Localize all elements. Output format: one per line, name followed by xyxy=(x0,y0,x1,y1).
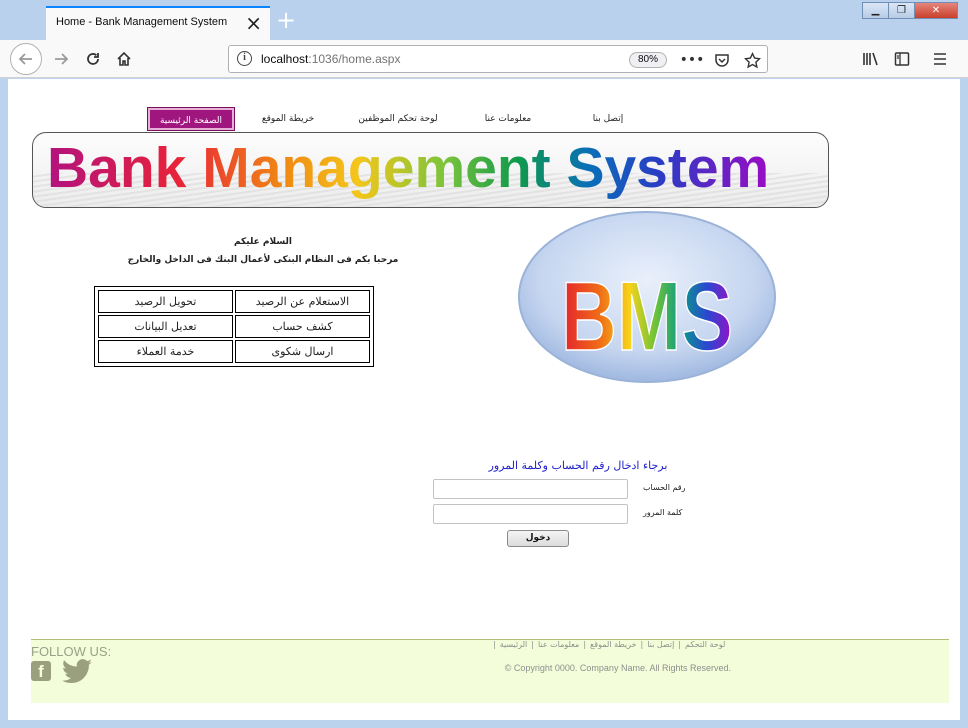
table-row: كشف حساب تعديل البيانات xyxy=(98,315,370,338)
nav-about[interactable]: معلومات عنا xyxy=(468,108,548,130)
page-actions-icon[interactable]: ••• xyxy=(680,49,705,71)
service-edit-data[interactable]: تعديل البيانات xyxy=(98,315,233,338)
browser-toolbar: i localhost:1036/home.aspx 80% ••• xyxy=(0,40,968,78)
banner-title: Bank Management System xyxy=(47,136,770,200)
services-table: الاستعلام عن الرصيد تحويل الرصيد كشف حسا… xyxy=(94,286,374,367)
address-bar[interactable]: i localhost:1036/home.aspx 80% ••• xyxy=(228,45,768,73)
window-controls: ▁ ❐ ✕ xyxy=(862,2,958,19)
account-row: رقم الحساب xyxy=(433,479,733,499)
home-icon[interactable] xyxy=(111,47,137,71)
footer-link-dashboard[interactable]: لوحة التحكم xyxy=(685,640,725,649)
table-row: الاستعلام عن الرصيد تحويل الرصيد xyxy=(98,290,370,313)
url-text: localhost:1036/home.aspx xyxy=(261,52,401,66)
library-icon[interactable] xyxy=(858,47,884,71)
browser-tab[interactable]: Home - Bank Management System × xyxy=(46,6,270,40)
welcome-message: السلام عليكم مرحبا بكم فى النظام البنكى … xyxy=(98,237,428,265)
copyright-text: © Copyright 0000. Company Name. All Righ… xyxy=(504,663,731,673)
footer-link-contact[interactable]: إتصل بنا xyxy=(647,640,674,649)
footer-link-sitemap[interactable]: خريطة الموقع xyxy=(590,640,636,649)
window-frame-bottom xyxy=(0,720,968,728)
page-viewport: الصفحة الرئيسية خريطة الموقع لوحة تحكم ا… xyxy=(8,79,960,720)
back-arrow-icon[interactable] xyxy=(10,43,42,75)
welcome-subtitle: مرحبا بكم فى النظام البنكى لأعمال البنك … xyxy=(127,255,399,265)
zoom-level[interactable]: 80% xyxy=(629,52,668,68)
footer-link-home[interactable]: الرئيسية xyxy=(500,640,528,649)
footer-link-about[interactable]: معلومات عنا xyxy=(538,640,579,649)
bms-logo: BMS xyxy=(518,211,776,383)
facebook-icon[interactable]: f xyxy=(31,661,51,681)
service-transfer-balance[interactable]: تحويل الرصيد xyxy=(98,290,233,313)
service-balance-inquiry[interactable]: الاستعلام عن الرصيد xyxy=(234,290,370,313)
site-navigation: الصفحة الرئيسية خريطة الموقع لوحة تحكم ا… xyxy=(118,108,638,130)
tab-title: Home - Bank Management System xyxy=(56,16,228,28)
footer-links: لوحة التحكم|إتصل بنا|خريطة الموقع|معلوما… xyxy=(493,640,726,649)
minimize-icon[interactable]: ▁ xyxy=(862,2,889,19)
window-close-icon[interactable]: ✕ xyxy=(914,2,958,19)
new-tab-icon[interactable]: + xyxy=(276,6,296,34)
account-number-input[interactable] xyxy=(433,479,628,499)
nav-contact[interactable]: إتصل بنا xyxy=(578,108,638,130)
restore-icon[interactable]: ❐ xyxy=(888,2,915,19)
nav-sitemap[interactable]: خريطة الموقع xyxy=(248,108,328,130)
window-frame-left xyxy=(0,78,8,728)
reload-icon[interactable] xyxy=(80,47,106,71)
account-number-label: رقم الحساب xyxy=(643,483,686,492)
follow-us-label: FOLLOW US: xyxy=(31,644,112,659)
service-account-statement[interactable]: كشف حساب xyxy=(234,315,370,338)
browser-titlebar: Home - Bank Management System × + ▁ ❐ ✕ xyxy=(0,0,968,40)
forward-arrow-icon[interactable] xyxy=(48,47,74,71)
login-button[interactable]: دخول xyxy=(507,530,569,547)
menu-hamburger-icon[interactable] xyxy=(927,47,953,71)
password-label: كلمة المرور xyxy=(643,508,683,517)
nav-home[interactable]: الصفحة الرئيسية xyxy=(148,108,234,130)
site-banner: Bank Management System xyxy=(32,132,829,208)
service-customer-service[interactable]: خدمة العملاء xyxy=(98,340,233,363)
sidebar-icon[interactable] xyxy=(889,47,915,71)
password-input[interactable] xyxy=(433,504,628,524)
login-prompt: برجاء ادخال رقم الحساب وكلمة المرور xyxy=(488,459,668,472)
pocket-icon[interactable] xyxy=(711,49,733,71)
nav-employee-dashboard[interactable]: لوحة تحكم الموظفين xyxy=(348,108,448,130)
welcome-greeting: السلام عليكم xyxy=(234,237,292,247)
table-row: ارسال شكوى خدمة العملاء xyxy=(98,340,370,363)
twitter-icon[interactable] xyxy=(61,659,93,683)
site-info-icon[interactable]: i xyxy=(237,51,252,66)
tab-close-icon[interactable]: × xyxy=(245,11,262,35)
bms-logo-text: BMS xyxy=(561,261,733,371)
window-frame-right xyxy=(960,78,968,728)
service-send-complaint[interactable]: ارسال شكوى xyxy=(234,340,370,363)
password-row: كلمة المرور xyxy=(433,504,733,524)
page-footer: FOLLOW US: f لوحة التحكم|إتصل بنا|خريطة … xyxy=(31,639,949,703)
bookmark-star-icon[interactable] xyxy=(741,49,763,71)
